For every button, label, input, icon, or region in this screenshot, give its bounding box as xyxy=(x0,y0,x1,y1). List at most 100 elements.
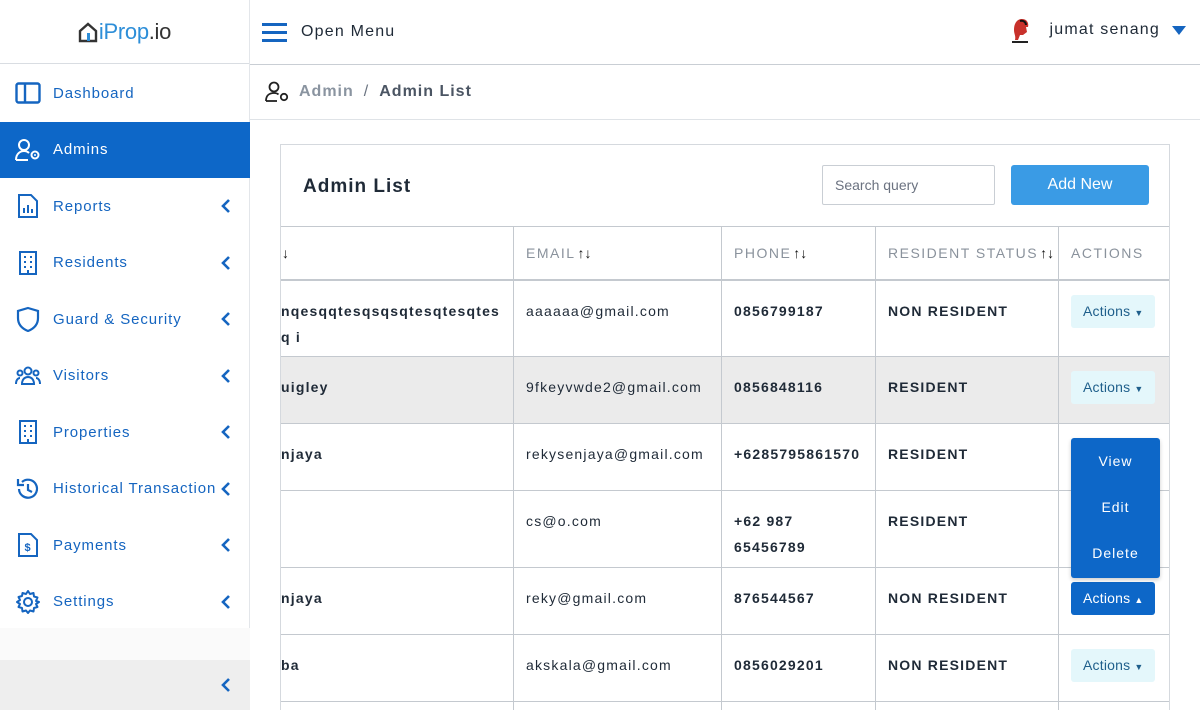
column-header-email[interactable]: EMAIL ↑↓ xyxy=(513,226,722,281)
cell-status: RESIDENT xyxy=(875,490,1059,568)
column-header-label: ACTIONS xyxy=(1071,244,1144,261)
cell-status: NON RESIDENT xyxy=(875,567,1059,635)
sidebar-item-residents[interactable]: Residents xyxy=(0,235,250,292)
caret-down-icon: ▼ xyxy=(1134,384,1144,394)
breadcrumb-admin-link[interactable]: Admin xyxy=(299,83,354,101)
actions-button[interactable]: Actions ▼ xyxy=(1071,371,1156,404)
search-input[interactable] xyxy=(822,165,995,205)
admin-list-card: Admin List Add New ↓ EMAIL↑↓ PHONE↑↓ RES… xyxy=(280,144,1170,710)
sidebar-item-label: Reports xyxy=(53,197,112,215)
sidebar-item-properties[interactable]: Properties xyxy=(0,404,250,461)
building-icon xyxy=(15,419,41,445)
sidebar-item-label: Visitors xyxy=(53,367,110,385)
table-row: uigley 9fkeyvwde2@gmail.com 0856848116 R… xyxy=(281,356,1169,424)
sidebar-item-label: Residents xyxy=(53,254,128,272)
sidebar-item-label: Properties xyxy=(53,423,131,441)
cell-name: njaya xyxy=(281,423,514,491)
cell-phone: +62 987 65456789 xyxy=(721,490,876,568)
sidebar: iProp.io Dashboard Admins Reports Reside… xyxy=(0,0,250,710)
cell-email: akskala@gmail.com xyxy=(513,634,722,702)
cell-email: aaaaaa@gmail.com xyxy=(513,279,722,357)
chevron-left-icon xyxy=(221,199,230,214)
cell-phone: 876544567 xyxy=(721,567,876,635)
sidebar-item-historical-transaction[interactable]: Historical Transaction xyxy=(0,461,250,518)
chevron-left-icon xyxy=(221,368,230,383)
layout-icon xyxy=(15,80,41,106)
sidebar-collapse-button[interactable] xyxy=(0,660,250,710)
table-row: njaya rekysenjaya@gmail.com +62857958615… xyxy=(281,423,1169,491)
chevron-left-icon xyxy=(221,255,230,270)
cell-phone: 0856848116 xyxy=(721,356,876,424)
sidebar-item-reports[interactable]: Reports xyxy=(0,178,250,235)
column-header-label: EMAIL xyxy=(526,244,576,261)
sidebar-item-settings[interactable]: Settings xyxy=(0,574,250,631)
actions-dropdown-menu: View Edit Delete xyxy=(1071,438,1160,578)
chevron-left-icon xyxy=(221,425,230,440)
sort-icon: ↓ xyxy=(282,244,289,261)
actions-label: Actions xyxy=(1083,590,1131,606)
chevron-left-icon xyxy=(221,594,230,609)
table-row xyxy=(281,701,1169,710)
cell-name: ba xyxy=(281,634,514,702)
cell-actions: Actions ▼ xyxy=(1058,356,1169,424)
column-header-resident-status[interactable]: RESIDENT STATUS ↑↓ xyxy=(875,226,1059,281)
sidebar-item-label: Payments xyxy=(53,536,127,554)
column-header-label: RESIDENT STATUS xyxy=(888,244,1039,261)
breadcrumb-current: Admin List xyxy=(379,83,472,100)
cell-status: RESIDENT xyxy=(875,356,1059,424)
sidebar-nav: Dashboard Admins Reports Residents Guard… xyxy=(0,65,250,630)
sidebar-item-admins[interactable]: Admins xyxy=(0,121,250,178)
sidebar-item-visitors[interactable]: Visitors xyxy=(0,348,250,405)
column-header-name[interactable]: ↓ xyxy=(281,226,514,281)
actions-button[interactable]: Actions ▼ xyxy=(1071,649,1156,682)
caret-down-icon xyxy=(1172,25,1186,35)
table-header-row: ↓ EMAIL ↑↓ PHONE ↑↓ RESIDENT STATUS ↑↓ ACTI… xyxy=(281,226,1169,281)
chevron-left-icon xyxy=(221,481,230,496)
delete-menu-item[interactable]: Delete xyxy=(1071,530,1160,576)
actions-button[interactable]: Actions ▼ xyxy=(1071,294,1156,328)
user-menu[interactable]: jumat senang xyxy=(1006,16,1186,44)
open-menu-button[interactable]: Open Menu xyxy=(262,22,395,42)
page-title: Admin List xyxy=(303,176,412,197)
open-menu-label: Open Menu xyxy=(301,23,396,40)
table-row: cs@o.com +62 987 65456789 RESIDENT xyxy=(281,490,1169,568)
actions-button[interactable]: Actions ▲ xyxy=(1071,582,1156,615)
cell-name: nqesqqtesqsqsqtesqtesqtesq i xyxy=(281,279,514,357)
column-header-actions: ACTIONS xyxy=(1058,226,1169,281)
table-row: nqesqqtesqsqsqtesqtesqtesq i aaaaaa@gmai… xyxy=(281,279,1169,357)
cell-phone: +6285795861570 xyxy=(721,423,876,491)
sidebar-item-label: Guard & Security xyxy=(53,310,182,328)
logo-house-icon xyxy=(78,21,98,42)
sidebar-item-label: Historical Transaction xyxy=(53,480,217,498)
sort-icon: ↑↓ xyxy=(1040,244,1055,261)
cell-name xyxy=(281,490,514,568)
report-icon xyxy=(15,193,41,219)
sidebar-item-label: Settings xyxy=(53,593,115,611)
sidebar-item-guard-security[interactable]: Guard & Security xyxy=(0,291,250,348)
view-menu-item[interactable]: View xyxy=(1071,438,1160,484)
breadcrumb-separator: / xyxy=(363,83,370,100)
sidebar-item-payments[interactable]: $ Payments xyxy=(0,517,250,574)
actions-label: Actions xyxy=(1083,657,1131,673)
edit-menu-item[interactable]: Edit xyxy=(1071,484,1160,530)
actions-label: Actions xyxy=(1083,302,1131,319)
sidebar-item-label: Dashboard xyxy=(53,84,135,102)
gear-icon xyxy=(15,589,41,615)
cell-email: 9fkeyvwde2@gmail.com xyxy=(513,356,722,424)
cell-name: njaya xyxy=(281,567,514,635)
cell-email: cs@o.com xyxy=(513,490,722,568)
users-icon xyxy=(15,363,41,389)
caret-up-icon: ▲ xyxy=(1134,595,1144,605)
cell-phone: 0856799187 xyxy=(721,279,876,357)
cell-status: NON RESIDENT xyxy=(875,634,1059,702)
sidebar-spacer xyxy=(0,628,250,660)
top-bar: Open Menu jumat senang xyxy=(250,0,1200,65)
sidebar-item-dashboard[interactable]: Dashboard xyxy=(0,65,250,122)
user-name: jumat senang xyxy=(1049,21,1160,38)
cell-status: NON RESIDENT xyxy=(875,279,1059,357)
logo[interactable]: iProp.io xyxy=(0,0,249,64)
column-header-phone[interactable]: PHONE ↑↓ xyxy=(721,226,876,281)
add-new-button[interactable]: Add New xyxy=(1011,165,1149,205)
chevron-left-icon xyxy=(221,312,230,327)
building-icon xyxy=(15,250,41,276)
